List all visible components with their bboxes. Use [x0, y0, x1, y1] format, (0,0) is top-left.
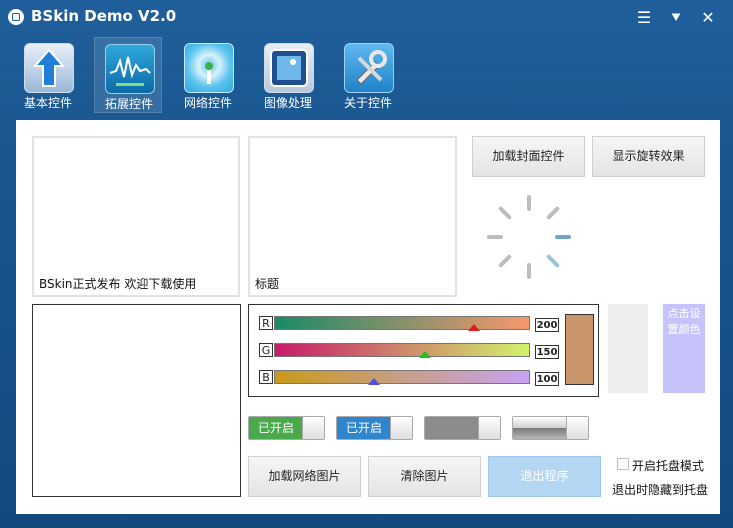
- toolbar-label: 拓展控件: [104, 97, 153, 111]
- loading-spinner: [485, 193, 573, 281]
- channel-label-r: R: [259, 316, 273, 330]
- close-button[interactable]: ✕: [698, 8, 718, 28]
- gray-panel: [608, 304, 648, 393]
- tools-icon: [344, 43, 394, 93]
- red-slider-thumb[interactable]: [467, 324, 480, 331]
- toolbar-label: 网络控件: [183, 96, 232, 110]
- tray-hint-label: 退出时隐藏到托盘: [612, 483, 709, 497]
- minimize-button[interactable]: ⯆: [666, 8, 686, 28]
- toolbar-item-extended[interactable]: 拓展控件: [94, 37, 162, 113]
- upload-arrow-icon: [24, 43, 74, 93]
- toggle-knob: [390, 417, 412, 439]
- blue-value: 100: [535, 372, 559, 386]
- exit-button[interactable]: 退出程序: [488, 456, 601, 497]
- show-rotate-button[interactable]: 显示旋转效果: [592, 136, 705, 177]
- toggle-switch-1[interactable]: 已开启: [248, 416, 325, 440]
- toolbar-label: 图像处理: [263, 96, 312, 110]
- green-value: 150: [535, 345, 559, 359]
- toggle-switch-3[interactable]: [424, 416, 501, 440]
- window-title: BSkin Demo V2.0: [31, 7, 177, 25]
- panel-caption: BSkin正式发布 欢迎下载使用: [39, 277, 197, 291]
- toolbar-label: 基本控件: [23, 96, 72, 110]
- title-bar[interactable]: BSkin Demo V2.0 ☰ ⯆ ✕: [0, 0, 733, 36]
- green-slider-thumb[interactable]: [419, 351, 432, 358]
- panel-caption: 标题: [255, 277, 280, 291]
- spinner-spoke: [527, 263, 531, 279]
- content-panel: BSkin正式发布 欢迎下载使用 标题 加载封面控件 显示旋转效果 R 200 …: [16, 120, 720, 514]
- toggle-on-label: [513, 417, 567, 439]
- load-cover-button[interactable]: 加载封面控件: [472, 136, 585, 177]
- color-slider-panel: R 200 G 150 B 100: [248, 304, 599, 397]
- app-logo-icon: [8, 9, 24, 25]
- spinner-spoke: [487, 235, 503, 239]
- channel-label-g: G: [259, 343, 273, 357]
- toolbar-item-image[interactable]: 图像处理: [254, 37, 322, 113]
- image-panel-1: BSkin正式发布 欢迎下载使用: [32, 136, 240, 297]
- channel-label-b: B: [259, 370, 273, 384]
- toggle-on-label: [425, 417, 479, 439]
- toggle-knob: [566, 417, 588, 439]
- clear-image-button[interactable]: 清除图片: [368, 456, 481, 497]
- spinner-spoke: [527, 195, 531, 211]
- spinner-spoke: [497, 205, 513, 221]
- set-color-button[interactable]: 点击设置颜色: [663, 304, 705, 393]
- waveform-icon: [105, 44, 155, 94]
- spinner-spoke: [497, 253, 513, 269]
- toolbar-label: 关于控件: [343, 96, 392, 110]
- app-window: BSkin Demo V2.0 ☰ ⯆ ✕ 基本控件 拓展控件 网络控件 图像处…: [0, 0, 733, 528]
- toolbar-item-about[interactable]: 关于控件: [334, 37, 402, 113]
- main-toolbar: 基本控件 拓展控件 网络控件 图像处理 关于控件: [0, 36, 733, 116]
- blue-slider-thumb[interactable]: [367, 378, 380, 385]
- load-network-image-button[interactable]: 加载网络图片: [248, 456, 361, 497]
- toolbar-item-basic[interactable]: 基本控件: [14, 37, 82, 113]
- image-panel-2: 标题: [248, 136, 457, 297]
- spinner-spoke: [545, 205, 561, 221]
- toggle-knob: [478, 417, 500, 439]
- toggle-on-label: 已开启: [337, 417, 391, 439]
- toggle-knob: [302, 417, 324, 439]
- toggle-switch-2[interactable]: 已开启: [336, 416, 413, 440]
- menu-button[interactable]: ☰: [634, 8, 654, 28]
- tray-mode-label: 开启托盘模式: [632, 459, 705, 473]
- spinner-spoke: [555, 235, 571, 239]
- red-value: 200: [535, 318, 559, 332]
- color-preview-swatch: [565, 314, 594, 385]
- toggle-on-label: 已开启: [249, 417, 303, 439]
- toggle-switch-4[interactable]: [512, 416, 589, 440]
- toolbar-item-network[interactable]: 网络控件: [174, 37, 242, 113]
- red-slider[interactable]: [274, 316, 530, 330]
- wifi-signal-icon: [184, 43, 234, 93]
- image-frame-icon: [264, 43, 314, 93]
- green-slider[interactable]: [274, 343, 530, 357]
- tray-mode-checkbox[interactable]: [617, 458, 629, 470]
- blue-slider[interactable]: [274, 370, 530, 384]
- image-panel-3: [32, 304, 241, 497]
- spinner-spoke: [545, 253, 561, 269]
